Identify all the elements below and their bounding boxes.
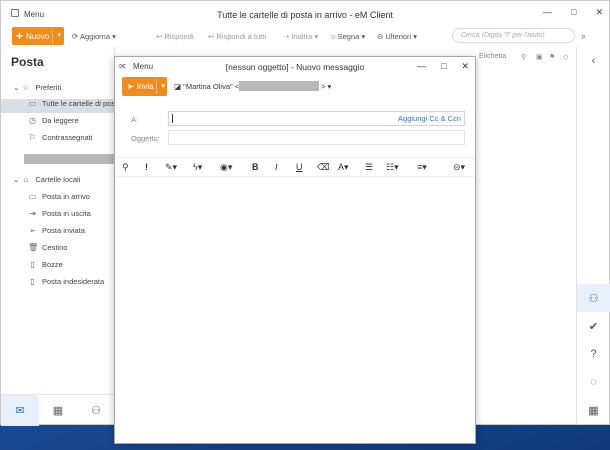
sidebar-group-preferiti[interactable]: ⌄ ☆ Preferiti <box>1 83 115 97</box>
compose-titlebar: ✉ Menu [nessun oggetto] - Nuovo messaggi… <box>115 57 475 77</box>
redacted-bar <box>24 154 115 164</box>
sidebar-item-contrassegnati[interactable]: ⚐ Contrassegnati <box>1 133 115 147</box>
align-icon[interactable]: ≡▾ <box>417 162 427 173</box>
chat-icon[interactable]: ◌ <box>577 368 610 396</box>
maximize-button[interactable]: □ <box>571 7 576 18</box>
star-icon: ☆ <box>22 83 30 92</box>
sidebar-item-posta-in-arrivo[interactable]: ▭ Posta in arrivo <box>1 192 115 206</box>
attach-icon[interactable]: ⚲ <box>122 162 129 173</box>
clock-icon: ◷ <box>29 116 36 125</box>
desktop-strip <box>0 425 610 450</box>
help-icon[interactable]: ? <box>577 340 610 368</box>
compose-minimize-button[interactable]: — <box>417 61 426 72</box>
sidebar-item-posta-in-uscita[interactable]: ⇥ Posta in uscita <box>1 209 115 223</box>
chevron-down-icon: ⌄ <box>13 83 22 92</box>
priority-icon[interactable]: ! <box>145 162 148 172</box>
mail-icon[interactable]: ✉ <box>1 395 39 426</box>
sidebar-title: Posta <box>11 55 44 69</box>
from-field[interactable]: ◪ "Martina Oliva" < <box>174 82 239 91</box>
new-button[interactable]: + Nuovo ▾ <box>12 27 64 45</box>
redacted-email <box>239 81 319 91</box>
chevron-down-icon[interactable]: ▾ <box>57 31 61 39</box>
sidebar-item-da-leggere[interactable]: ◷ Da leggere <box>1 116 115 130</box>
trash-icon: 🗑 <box>28 243 39 252</box>
right-sidebar: ‹ ⚇ ✔ ? ◌ ▦ <box>576 47 610 425</box>
flag-col-icon[interactable]: ⚑ <box>549 53 555 61</box>
send-button[interactable]: ➤ Invia ▾ <box>122 77 167 96</box>
sidebar-item-bozze[interactable]: ▯ Bozze <box>1 260 115 274</box>
clear-format-icon[interactable]: ⌫ <box>317 162 330 173</box>
from-tail[interactable]: > ▾ <box>321 82 331 91</box>
bottom-nav: ✉ ▦ ⚇ <box>1 394 115 426</box>
search-input[interactable]: Cerca (Digita '?' per l'aiuto) <box>452 28 575 43</box>
bold-icon[interactable]: B <box>252 162 259 172</box>
chevron-down-icon[interactable]: ▾ <box>161 82 165 90</box>
chevron-down-icon: ⌄ <box>13 175 22 184</box>
circle-icon: ○ <box>331 32 338 41</box>
sign-icon[interactable]: ✎▾ <box>165 162 177 173</box>
lock-col-icon[interactable]: ▣ <box>536 53 543 61</box>
to-label: A: <box>131 115 139 124</box>
flag-icon: ⚐ <box>28 133 37 142</box>
window-title: Tutte le cartelle di posta in arrivo - e… <box>217 10 393 20</box>
aggiorna-button[interactable]: ⟳ Aggiorna ▾ <box>72 32 116 41</box>
calendar-icon[interactable]: ▦ <box>577 396 610 424</box>
search-icon[interactable]: ⌕ <box>581 31 586 42</box>
italic-icon[interactable]: I <box>275 162 278 172</box>
home-icon: ⌂ <box>23 175 29 184</box>
message-body[interactable] <box>115 178 475 443</box>
ulteriori-button[interactable]: ⊝ Ulteriori ▾ <box>377 32 417 41</box>
main-titlebar: Menu Tutte le cartelle di posta in arriv… <box>1 1 609 25</box>
sidebar-item-posta-indesiderata[interactable]: ▯ Posta indesiderata <box>1 277 115 291</box>
bullet-list-icon[interactable]: ☰ <box>365 162 373 173</box>
send-label: Invia <box>136 82 154 91</box>
send-icon: ➤ <box>127 82 134 91</box>
compose-maximize-button[interactable]: □ <box>441 61 446 72</box>
inbox-icon: ▭ <box>28 99 37 108</box>
refresh-icon: ⟳ <box>72 32 80 41</box>
minimize-button[interactable]: — <box>543 7 552 18</box>
collapse-icon[interactable]: ‹ <box>577 47 610 75</box>
add-cc-link[interactable]: Aggiungi Cc & Ccn <box>398 114 461 123</box>
sidebar-item-posta-inviata[interactable]: ➢ Posta inviata <box>1 226 115 240</box>
compose-close-button[interactable]: ✕ <box>461 61 469 72</box>
format-toolbar: ⚲ ! ✎▾ ϟ▾ ◉▾ B I U ⌫ A▾ ☰ ☷▾ ≡▾ ⊝▾ <box>115 157 475 177</box>
identity-icon: ◪ <box>174 82 184 91</box>
underline-icon[interactable]: U <box>296 162 303 172</box>
junk-icon: ▯ <box>30 277 35 286</box>
inbox-icon: ▭ <box>28 192 37 201</box>
new-label: Nuovo <box>26 31 50 41</box>
subject-label: Oggetto: <box>131 134 160 143</box>
subject-field[interactable] <box>168 130 465 145</box>
to-field[interactable]: Aggiungi Cc & Ccn <box>168 111 465 126</box>
sidebar-item-tutte[interactable]: ▭ Tutte le cartelle di posta <box>1 99 115 113</box>
column-header-label[interactable]: Etichetta <box>479 53 506 60</box>
outbox-icon: ⇥ <box>29 209 36 218</box>
encrypt-icon[interactable]: ϟ▾ <box>193 162 202 173</box>
attachment-col-icon[interactable]: ⚲ <box>521 53 526 61</box>
contacts-icon[interactable]: ⚇ <box>77 395 115 426</box>
compose-window: ✉ Menu [nessun oggetto] - Nuovo messaggi… <box>114 56 476 444</box>
plus-icon: + <box>16 29 24 43</box>
sidebar-item-cestino[interactable]: 🗑 Cestino <box>1 243 115 257</box>
draft-icon: ▯ <box>30 260 35 269</box>
rispondi-button[interactable]: ↩ Rispondi <box>156 32 194 41</box>
calendar-icon[interactable]: ▦ <box>39 395 77 426</box>
rispondi-tutti-button[interactable]: ↩ Rispondi a tutti <box>208 32 266 41</box>
close-button[interactable]: ✕ <box>595 7 603 18</box>
numbered-list-icon[interactable]: ☷▾ <box>386 162 399 173</box>
more-options-icon[interactable]: ⊝▾ <box>453 162 465 173</box>
tag-col-icon[interactable]: ◇ <box>563 53 568 61</box>
contact-icon[interactable]: ⚇ <box>577 284 610 312</box>
view-icon[interactable]: ◉▾ <box>220 162 232 173</box>
sidebar-group-cartelle-locali[interactable]: ⌄ ⌂ Cartelle locali <box>1 175 115 189</box>
font-color-icon[interactable]: A▾ <box>338 162 349 173</box>
check-icon[interactable]: ✔ <box>577 312 610 340</box>
send-icon: ➢ <box>29 226 36 235</box>
inoltra-button[interactable]: ➝ Inoltra ▾ <box>283 32 318 41</box>
segna-button[interactable]: ○ Segna ▾ <box>331 32 365 41</box>
sidebar: Posta ⌄ ☆ Preferiti ▭ Tutte le cartelle di… <box>1 47 115 426</box>
